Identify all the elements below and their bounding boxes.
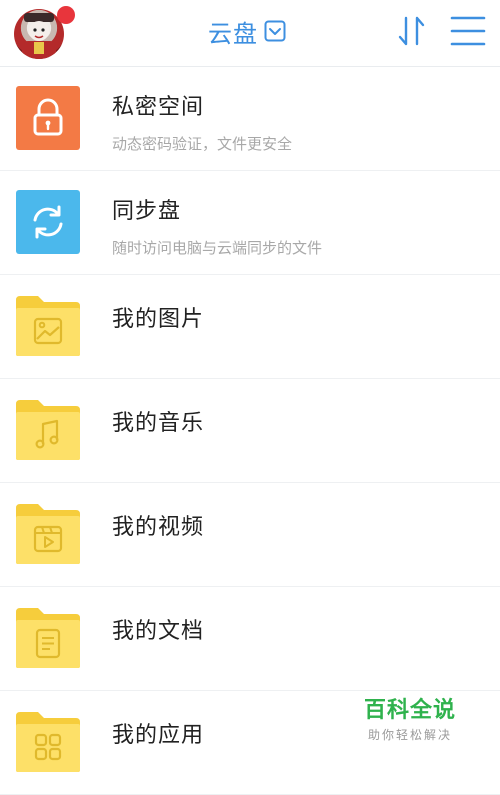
item-label: 我的应用 bbox=[112, 723, 205, 748]
item-label: 同步盘 bbox=[112, 199, 182, 224]
list-item-my-pictures[interactable]: 我的图片 bbox=[0, 275, 500, 379]
item-label: 我的视频 bbox=[112, 515, 205, 540]
sort-icon[interactable] bbox=[395, 14, 429, 48]
list-item-private-space[interactable]: 私密空间 动态密码验证，文件更安全 bbox=[0, 67, 500, 171]
folder-list: 私密空间 动态密码验证，文件更安全 同步盘 随时访问电脑与云端同步的文件 我的图… bbox=[0, 67, 500, 795]
item-sublabel: 随时访问电脑与云端同步的文件 bbox=[112, 239, 323, 257]
list-item-my-documents[interactable]: 我的文档 bbox=[0, 587, 500, 691]
item-label: 我的图片 bbox=[112, 307, 205, 332]
watermark-subtitle: 助你轻松解决 bbox=[367, 728, 452, 742]
top-bar: 云盘 bbox=[0, 0, 500, 67]
folder-apps-icon bbox=[16, 712, 80, 772]
folder-document-icon bbox=[16, 608, 80, 668]
sync-icon bbox=[16, 190, 80, 254]
list-item-my-music[interactable]: 我的音乐 bbox=[0, 379, 500, 483]
item-label: 我的文档 bbox=[112, 619, 205, 644]
list-item-my-videos[interactable]: 我的视频 bbox=[0, 483, 500, 587]
lock-icon bbox=[16, 86, 80, 150]
dropdown-icon bbox=[264, 20, 286, 42]
folder-image-icon bbox=[16, 296, 80, 356]
item-label: 私密空间 bbox=[112, 95, 205, 120]
menu-icon[interactable] bbox=[448, 12, 488, 50]
folder-video-icon bbox=[16, 504, 80, 564]
title-dropdown[interactable]: 云盘 bbox=[208, 14, 286, 48]
watermark-title: 百科全说 bbox=[363, 698, 456, 723]
watermark: 百科全说 助你轻松解决 bbox=[360, 692, 460, 743]
item-sublabel: 动态密码验证，文件更安全 bbox=[112, 135, 293, 153]
notification-dot bbox=[57, 6, 75, 24]
list-item-sync-disk[interactable]: 同步盘 随时访问电脑与云端同步的文件 bbox=[0, 171, 500, 275]
folder-music-icon bbox=[16, 400, 80, 460]
page-title: 云盘 bbox=[208, 19, 258, 48]
item-label: 我的音乐 bbox=[112, 411, 205, 436]
